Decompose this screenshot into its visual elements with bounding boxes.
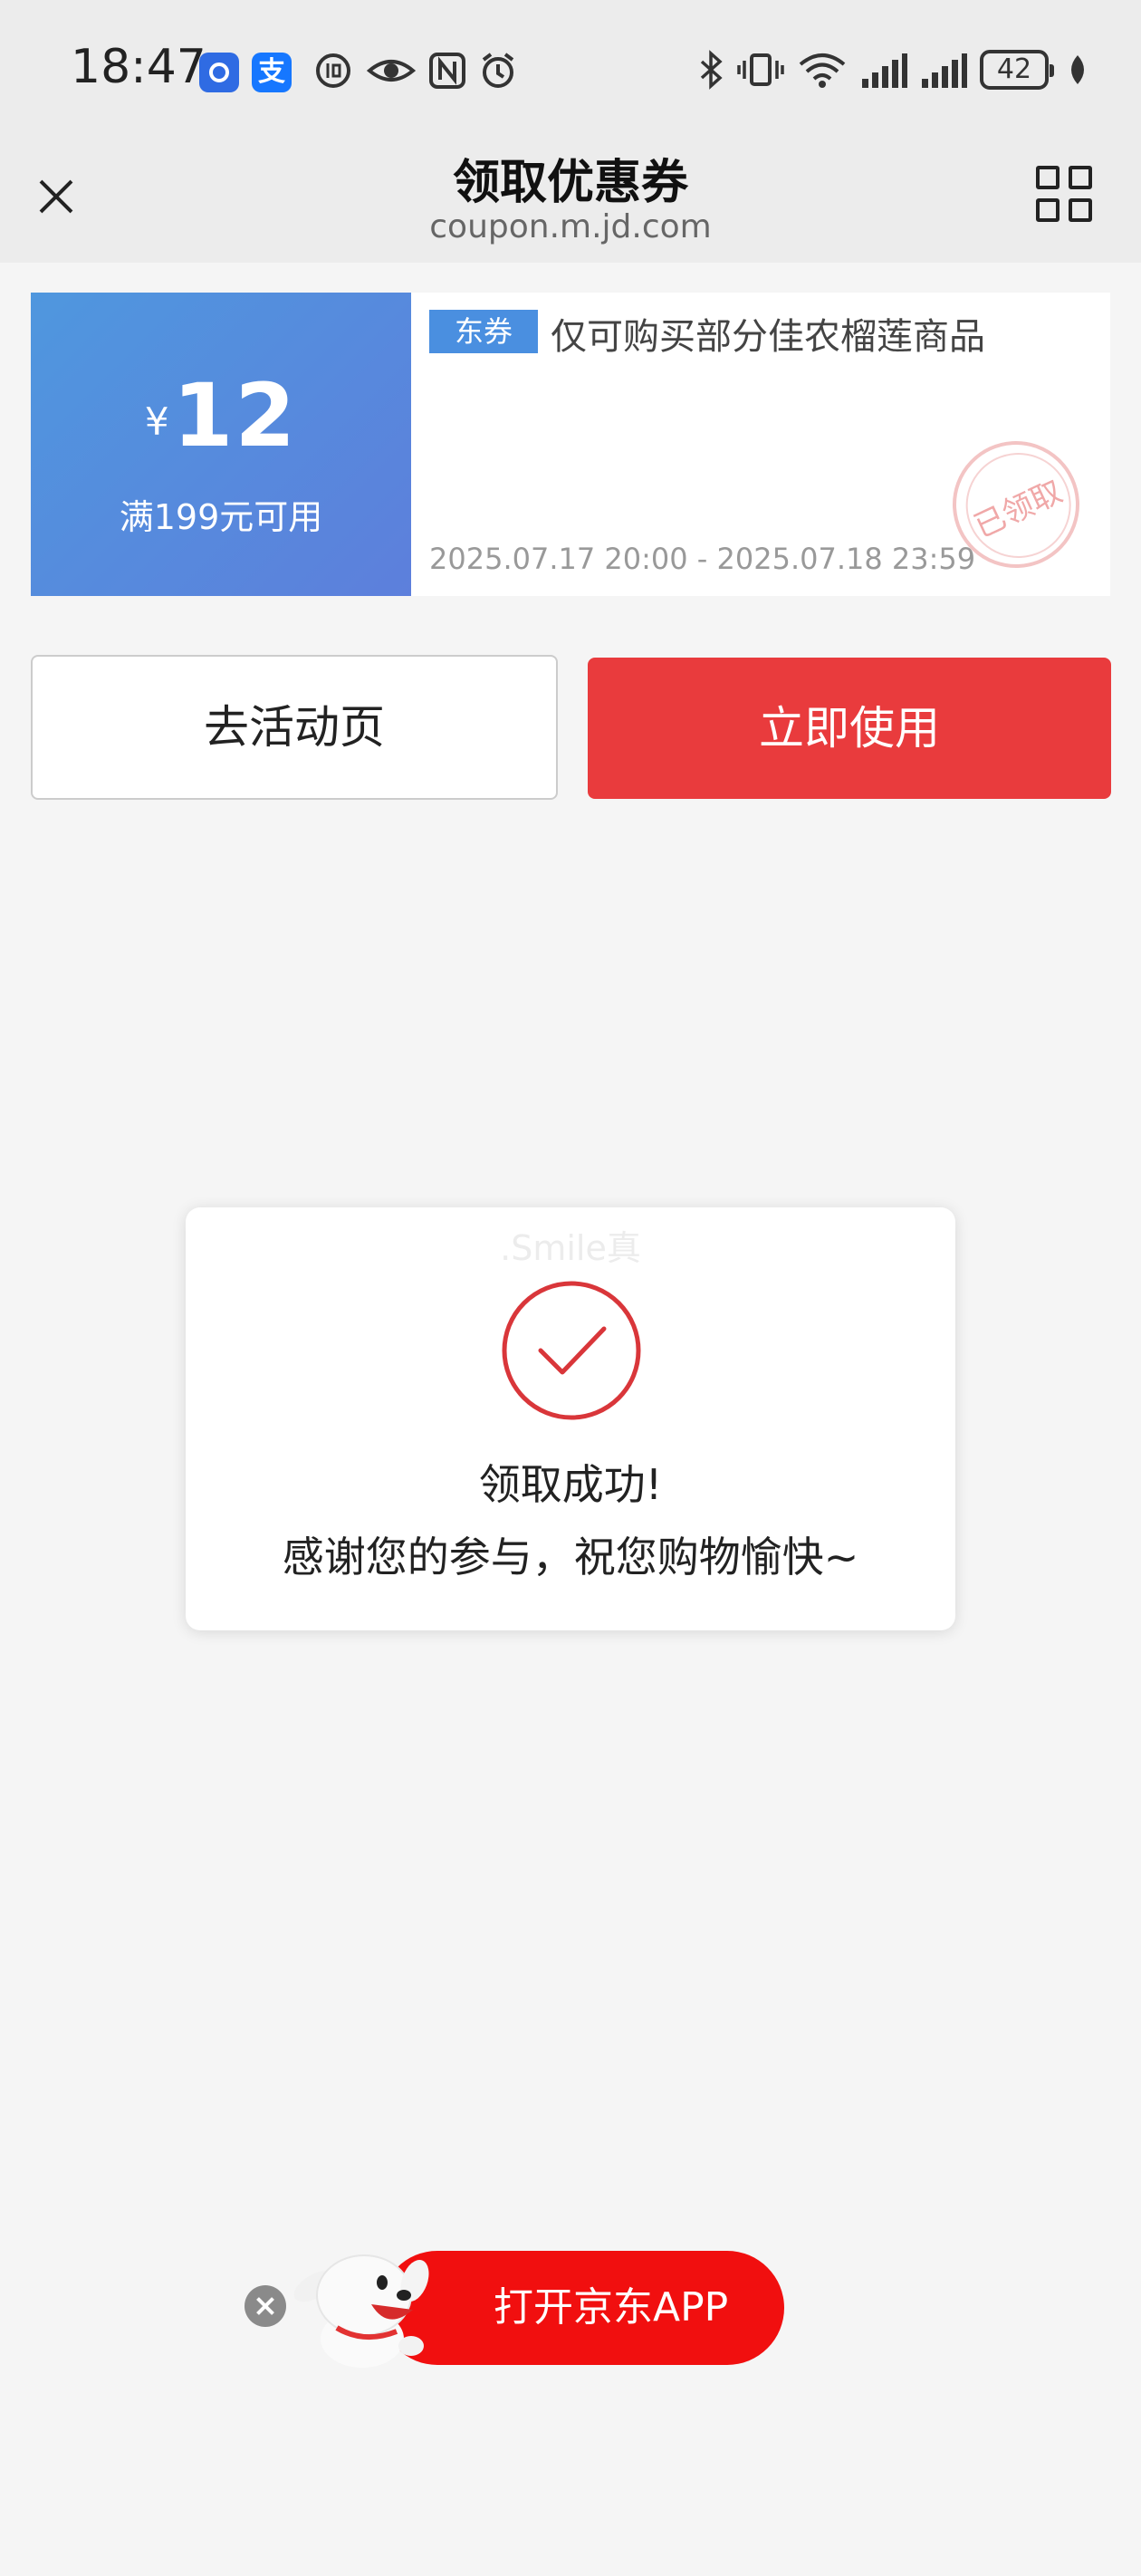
status-time: 18:47	[71, 40, 206, 94]
open-app-label: 打开京东APP	[494, 2284, 729, 2331]
battery-icon: 42	[980, 50, 1054, 90]
check-circle-icon	[502, 1281, 641, 1420]
eye-icon	[366, 60, 417, 82]
dialog-title: 领取成功!	[478, 1460, 663, 1509]
claimed-stamp-label: 已领取	[968, 473, 1069, 546]
coupon-condition: 满199元可用	[119, 497, 323, 537]
page-header: 领取优惠券 coupon.m.jd.com	[0, 140, 1141, 263]
coupon-description: 仅可购买部分佳农榴莲商品	[551, 316, 985, 358]
coupon-tag: 东券	[429, 310, 538, 353]
go-activity-button[interactable]: 去活动页	[31, 655, 558, 800]
coupon-validity: 2025.07.17 20:00 - 2025.07.18 23:59	[429, 542, 976, 576]
status-indicators: 42	[697, 47, 1088, 92]
wifi-icon	[799, 53, 846, 88]
status-bar: 18:47 支 42	[0, 0, 1141, 140]
coupon-card: ¥12 满199元可用 东券 仅可购买部分佳农榴莲商品 2025.07.17 2…	[25, 293, 1110, 596]
data-saver-icon	[316, 53, 350, 88]
coupon-amount-value: 12	[172, 365, 298, 466]
leaf-icon	[1071, 55, 1084, 84]
coupon-amount: ¥12	[31, 365, 411, 466]
page-title: 领取优惠券	[452, 156, 688, 210]
bluetooth-icon	[700, 50, 723, 90]
open-app-button[interactable]: 打开京东APP	[380, 2251, 784, 2365]
grid-icon[interactable]	[1036, 166, 1094, 224]
app-blue-icon	[199, 53, 239, 92]
signal-icon	[860, 52, 907, 88]
success-dialog: .Smile真 领取成功! 感谢您的参与，祝您购物愉快~	[186, 1207, 955, 1630]
dialog-message: 感谢您的参与，祝您购物愉快~	[282, 1533, 859, 1581]
alarm-icon	[482, 53, 514, 88]
close-icon[interactable]	[244, 2285, 286, 2327]
page-url: coupon.m.jd.com	[429, 208, 712, 245]
coupon-value-panel: ¥12 满199元可用	[25, 293, 411, 596]
watermark: .Smile真	[500, 1228, 641, 1268]
coupon-page: 18:47 支 42 领取优惠券 coupon.m.jd.com ¥12 满19…	[0, 0, 1141, 2576]
nfc-icon	[429, 53, 465, 89]
jd-dog-mascot-icon	[293, 2254, 429, 2368]
signal-icon	[920, 52, 967, 88]
use-now-button[interactable]: 立即使用	[588, 658, 1111, 799]
vibrate-icon	[737, 53, 784, 86]
alipay-icon: 支	[252, 53, 292, 92]
currency-symbol: ¥	[144, 399, 169, 444]
